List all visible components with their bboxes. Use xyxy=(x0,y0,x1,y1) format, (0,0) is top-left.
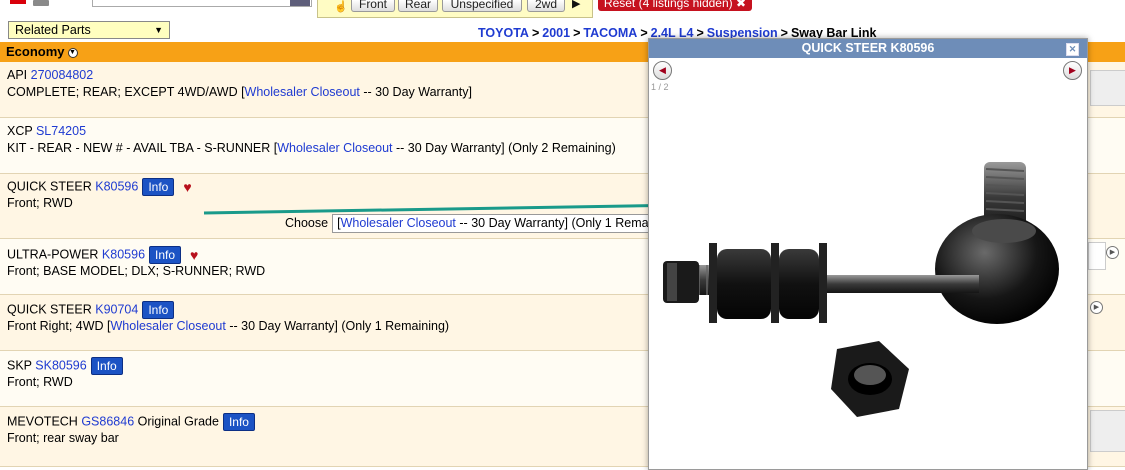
brand-name: XCP xyxy=(7,124,33,138)
section-title-text: Economy xyxy=(6,44,65,59)
close-icon[interactable]: ✕ xyxy=(1066,43,1079,56)
brand-name: ULTRA-POWER xyxy=(7,247,99,262)
part-number-link[interactable]: SK80596 xyxy=(35,358,86,372)
next-arrow-icon[interactable]: ▶ xyxy=(1063,61,1082,80)
prev-arrow-icon[interactable]: ◀ xyxy=(653,61,672,80)
listing-description: KIT - REAR - NEW # - AVAIL TBA - S-RUNNE… xyxy=(7,141,616,155)
filter-unspecified-button[interactable]: Unspecified xyxy=(442,0,522,12)
listing-title: QUICK STEER K80596 Info ♥ xyxy=(7,178,192,196)
filter-2wd-button[interactable]: 2wd xyxy=(527,0,565,12)
info-button[interactable]: Info xyxy=(90,357,123,375)
part-number-link[interactable]: K80596 xyxy=(95,179,138,193)
heart-icon[interactable]: ♥ xyxy=(190,247,198,263)
part-thumbnail[interactable] xyxy=(1090,70,1125,106)
listing-description: Front; BASE MODEL; DLX; S-RUNNER; RWD xyxy=(7,264,266,278)
closeout-link[interactable]: Wholesaler Closeout xyxy=(111,319,226,333)
brand-name: MEVOTECH xyxy=(7,414,78,429)
description-text: -- 30 Day Warranty] xyxy=(359,85,472,99)
listing-description: Front Right; 4WD [Wholesaler Closeout --… xyxy=(7,319,449,333)
brand-name: API xyxy=(7,68,28,82)
listing-title: MEVOTECH GS86846 Original Grade Info xyxy=(7,413,255,431)
part-number-link[interactable]: GS86846 xyxy=(81,414,134,428)
image-popup: QUICK STEER K80596 ✕ ◀ ▶ 1 / 2 xyxy=(648,38,1088,470)
listing-title: ULTRA-POWER K80596 Info ♥ xyxy=(7,246,198,264)
print-icon[interactable] xyxy=(33,0,49,6)
listing-description: Front; RWD xyxy=(7,196,73,210)
popup-title: QUICK STEER K80596 xyxy=(801,41,935,55)
breadcrumb-make[interactable]: TOYOTA xyxy=(478,26,529,40)
listing-title: QUICK STEER K90704 Info xyxy=(7,301,175,319)
heart-icon[interactable]: ♥ xyxy=(183,179,191,195)
closeout-link[interactable]: Wholesaler Closeout xyxy=(245,85,360,99)
description-text: COMPLETE; REAR; EXCEPT 4WD/AWD [ xyxy=(7,85,245,99)
play-icon[interactable]: ▶ xyxy=(1106,246,1119,259)
filter-rear-button[interactable]: Rear xyxy=(398,0,438,12)
product-image xyxy=(663,162,1059,417)
annotation-arrow-icon xyxy=(203,197,710,215)
listing-description: COMPLETE; REAR; EXCEPT 4WD/AWD [Wholesal… xyxy=(7,85,472,99)
delete-icon[interactable] xyxy=(10,0,26,4)
filter-front-button[interactable]: Front xyxy=(351,0,395,12)
breadcrumb-model[interactable]: TACOMA xyxy=(583,26,637,40)
listing-title: XCP SL74205 xyxy=(7,124,86,138)
top-toolbar: ☝ Front Rear Unspecified 2wd ▶ Reset (4 … xyxy=(0,0,1125,18)
info-button[interactable]: Info xyxy=(149,246,182,264)
info-button[interactable]: Info xyxy=(142,301,175,319)
listing-description: Front; rear sway bar xyxy=(7,431,119,445)
reset-label: Reset (4 listings hidden) xyxy=(603,0,733,10)
play-icon[interactable]: ▶ xyxy=(1090,301,1103,314)
part-number-link[interactable]: K80596 xyxy=(102,247,145,261)
listing-title: API 270084802 xyxy=(7,68,93,82)
breadcrumb-separator: > xyxy=(573,26,581,40)
category-select[interactable]: Related Parts ▼ xyxy=(8,21,170,39)
part-number-link[interactable]: K90704 xyxy=(95,302,138,316)
search-button[interactable] xyxy=(290,0,310,6)
part-thumbnail[interactable] xyxy=(1090,410,1125,452)
breadcrumb-separator: > xyxy=(531,26,540,40)
section-title: Economy ▼ xyxy=(6,44,78,59)
info-button[interactable]: Info xyxy=(142,178,175,196)
part-number-link[interactable]: SL74205 xyxy=(36,124,86,138)
chevron-down-icon[interactable]: ▼ xyxy=(67,47,78,58)
brand-name: QUICK STEER xyxy=(7,179,92,194)
info-button[interactable]: Info xyxy=(222,413,255,431)
popup-title-bar: QUICK STEER K80596 ✕ xyxy=(649,39,1087,58)
close-icon: ✖ xyxy=(736,0,747,10)
image-counter: 1 / 2 xyxy=(651,82,669,92)
description-text: Front Right; 4WD [ xyxy=(7,319,111,333)
breadcrumb-year[interactable]: 2001 xyxy=(542,26,570,40)
pointer-icon: ☝ xyxy=(334,1,348,13)
description-text: -- 30 Day Warranty] (Only 1 Remaining) xyxy=(225,319,450,333)
chevron-down-icon: ▼ xyxy=(154,25,163,35)
listing-description: Front; RWD xyxy=(7,375,73,389)
play-icon[interactable]: ▶ xyxy=(572,0,580,10)
description-text: KIT - REAR - NEW # - AVAIL TBA - S-RUNNE… xyxy=(7,141,278,155)
reset-button[interactable]: Reset (4 listings hidden) ✖ xyxy=(598,0,752,11)
category-select-value: Related Parts xyxy=(15,23,91,37)
brand-name: QUICK STEER xyxy=(7,302,92,317)
grade-label: Original Grade xyxy=(137,414,219,429)
listing-title: SKP SK80596 Info xyxy=(7,357,123,375)
choose-select[interactable] xyxy=(1088,242,1106,270)
description-text: -- 30 Day Warranty] (Only 2 Remaining) xyxy=(392,141,616,155)
brand-name: SKP xyxy=(7,358,32,373)
closeout-link[interactable]: Wholesaler Closeout xyxy=(277,141,392,155)
search-input[interactable] xyxy=(92,0,312,7)
part-number-link[interactable]: 270084802 xyxy=(31,68,94,82)
